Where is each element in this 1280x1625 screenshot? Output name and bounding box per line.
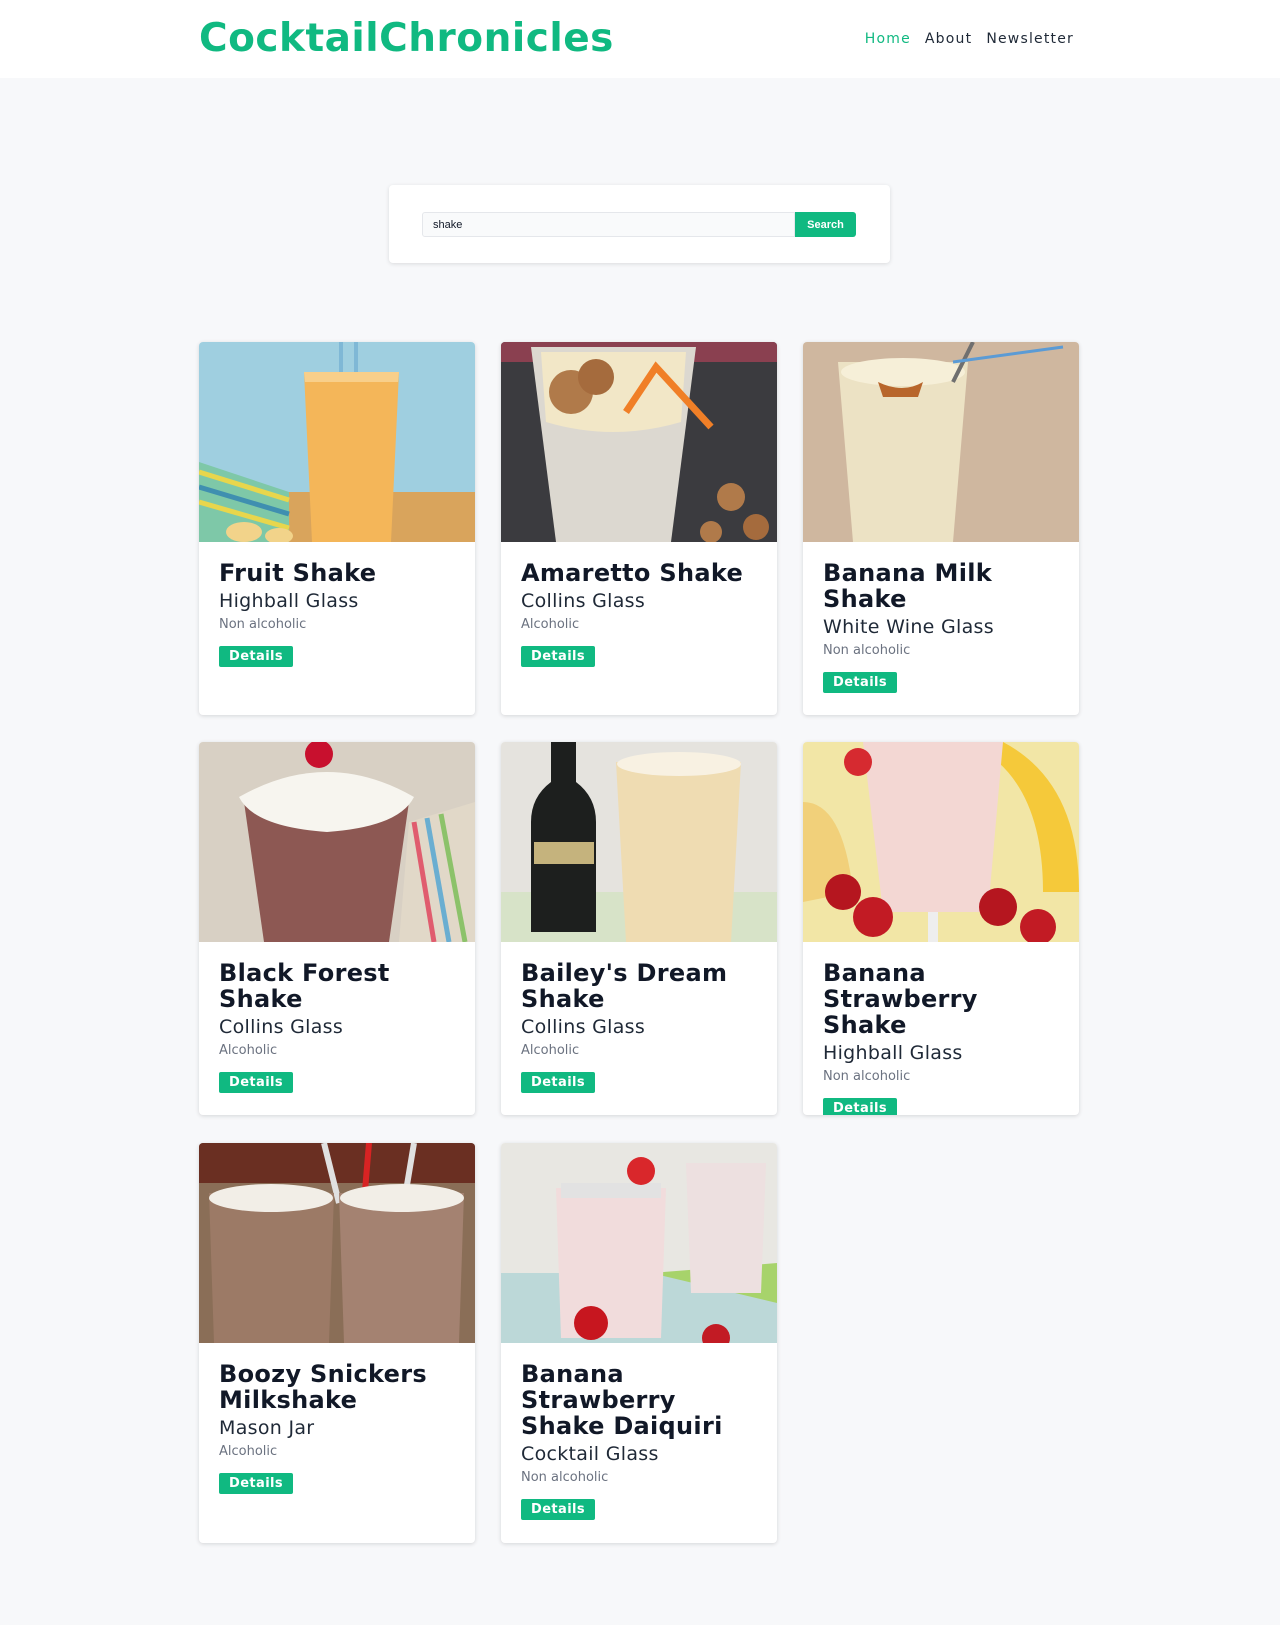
cocktail-glass: Highball Glass <box>219 590 359 612</box>
cocktail-title: Banana Milk Shake <box>823 559 993 613</box>
cocktail-card: Bailey's Dream Shake Collins Glass Alcoh… <box>501 742 777 1115</box>
cocktail-title: Boozy Snickers Milkshake <box>219 1360 427 1414</box>
details-button[interactable]: Details <box>823 1098 898 1115</box>
navbar: CocktailChronicles Home About Newsletter <box>0 0 1280 78</box>
cocktail-image[interactable] <box>501 342 777 542</box>
details-button[interactable]: Details <box>219 1473 294 1494</box>
cocktail-image[interactable] <box>199 1143 475 1343</box>
cocktail-glass: Mason Jar <box>219 1417 315 1439</box>
cocktail-card: Fruit Shake Highball Glass Non alcoholic… <box>199 342 475 715</box>
details-button[interactable]: Details <box>521 1499 596 1520</box>
cocktail-title: Banana Strawberry Shake <box>823 959 978 1039</box>
cocktail-title: Banana Strawberry Shake Daiquiri <box>521 1360 723 1440</box>
cocktail-alcoholic: Alcoholic <box>521 617 580 632</box>
cocktail-alcoholic: Alcoholic <box>521 1043 580 1058</box>
cocktail-glass: Collins Glass <box>521 1016 646 1038</box>
details-button[interactable]: Details <box>823 672 898 693</box>
cocktail-alcoholic: Non alcoholic <box>823 1069 911 1084</box>
cocktail-title: Bailey's Dream Shake <box>521 959 728 1013</box>
cocktail-title: Amaretto Shake <box>521 559 744 587</box>
search-input[interactable] <box>422 212 795 237</box>
cocktail-glass: Cocktail Glass <box>521 1443 659 1465</box>
cocktail-image[interactable] <box>501 742 777 942</box>
details-button[interactable]: Details <box>219 646 294 667</box>
cocktail-glass: Collins Glass <box>219 1016 344 1038</box>
cocktail-glass: White Wine Glass <box>823 616 994 638</box>
cocktail-card: Banana Strawberry Shake Daiquiri Cocktai… <box>501 1143 777 1543</box>
cocktail-glass: Collins Glass <box>521 590 646 612</box>
cocktail-card: Amaretto Shake Collins Glass Alcoholic D… <box>501 342 777 715</box>
cocktail-image[interactable] <box>803 342 1079 542</box>
nav-newsletter-link[interactable]: Newsletter <box>986 31 1074 47</box>
cocktail-alcoholic: Alcoholic <box>219 1444 278 1459</box>
details-button[interactable]: Details <box>219 1072 294 1093</box>
cocktail-image[interactable] <box>803 742 1079 942</box>
details-button[interactable]: Details <box>521 1072 596 1093</box>
nav-links: Home About Newsletter <box>865 31 1074 47</box>
cocktail-card: Boozy Snickers Milkshake Mason Jar Alcoh… <box>199 1143 475 1543</box>
cocktail-card: Black Forest Shake Collins Glass Alcohol… <box>199 742 475 1115</box>
cocktail-image[interactable] <box>199 342 475 542</box>
cocktail-alcoholic: Non alcoholic <box>823 643 911 658</box>
cocktail-title: Fruit Shake <box>219 559 377 587</box>
cocktail-image[interactable] <box>199 742 475 942</box>
cocktail-image[interactable] <box>501 1143 777 1343</box>
cocktail-alcoholic: Non alcoholic <box>219 617 307 632</box>
brand-logo[interactable]: CocktailChronicles <box>199 16 614 61</box>
cocktail-card: Banana Milk Shake White Wine Glass Non a… <box>803 342 1079 715</box>
cocktail-card: Banana Strawberry Shake Highball Glass N… <box>803 742 1079 1115</box>
cocktail-title: Black Forest Shake <box>219 959 390 1013</box>
nav-about-link[interactable]: About <box>925 31 972 47</box>
nav-home-link[interactable]: Home <box>865 31 911 47</box>
search-card: Search <box>389 185 890 263</box>
cocktail-alcoholic: Non alcoholic <box>521 1470 609 1485</box>
cocktail-glass: Highball Glass <box>823 1042 963 1064</box>
cocktail-alcoholic: Alcoholic <box>219 1043 278 1058</box>
details-button[interactable]: Details <box>521 646 596 667</box>
search-button[interactable]: Search <box>795 212 856 237</box>
